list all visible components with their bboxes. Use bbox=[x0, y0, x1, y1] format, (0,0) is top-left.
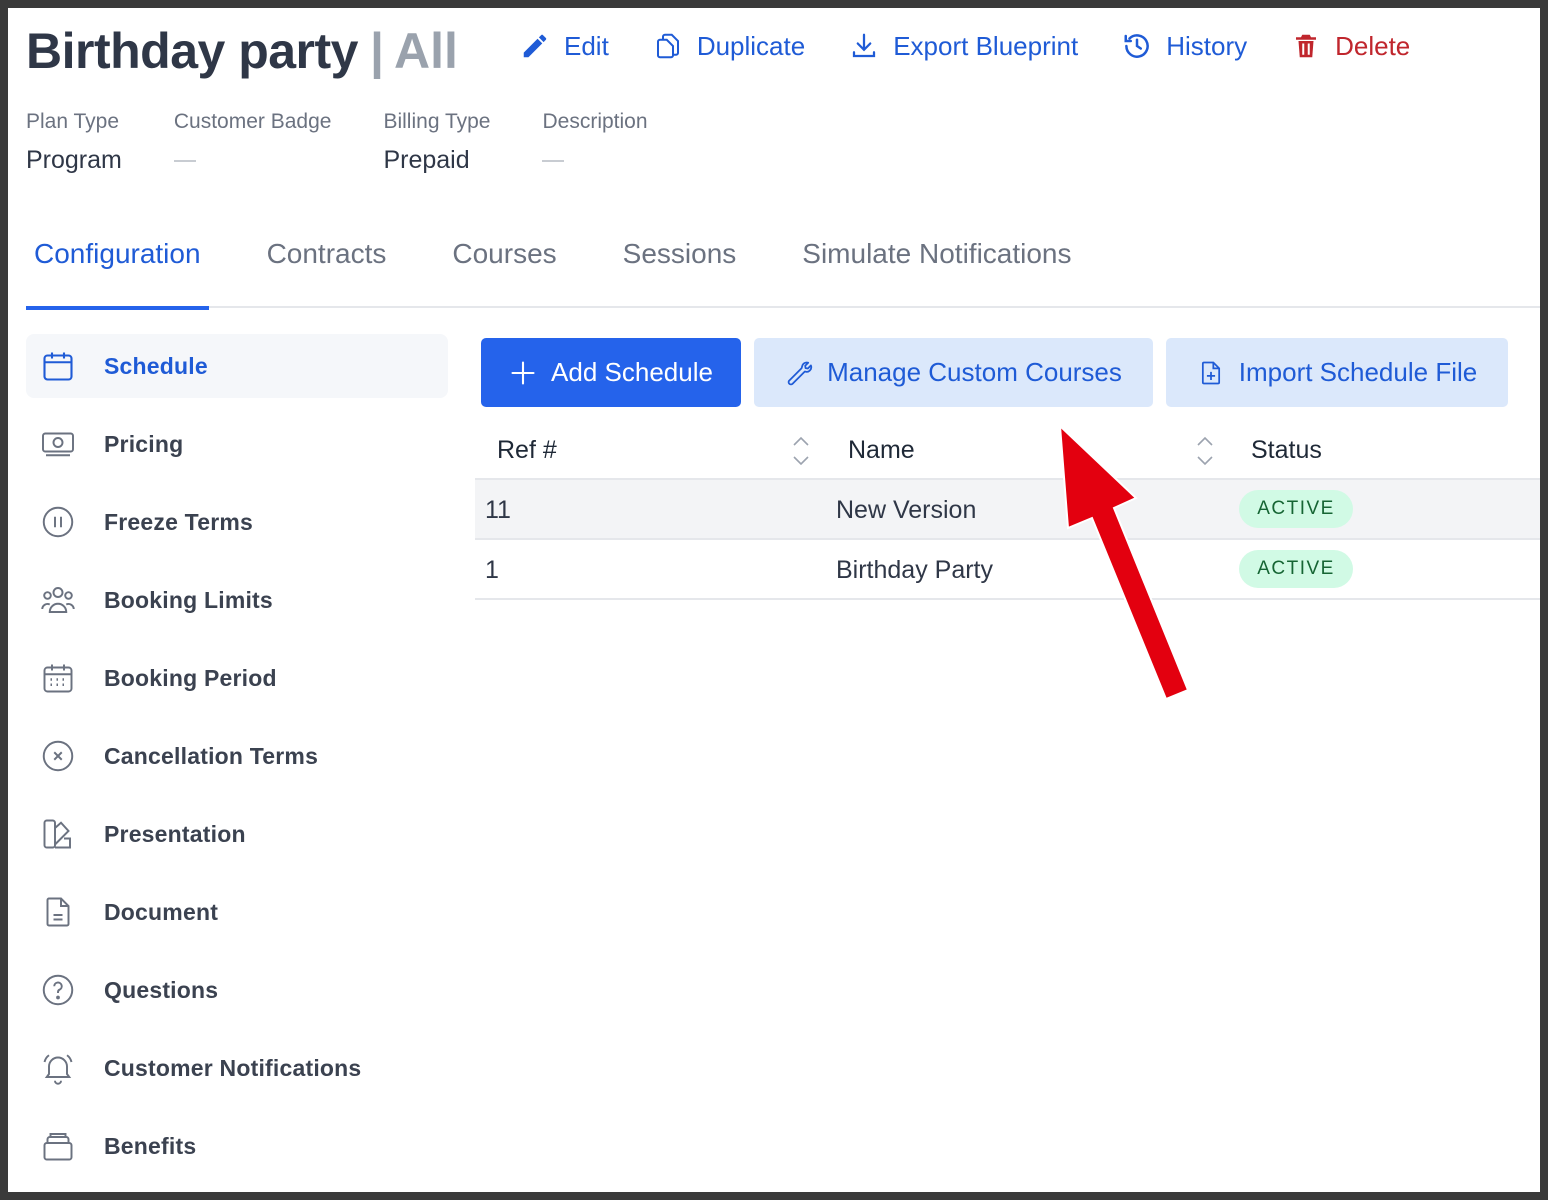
sidebar-item-label: Presentation bbox=[104, 820, 246, 847]
duplicate-button[interactable]: Duplicate bbox=[653, 31, 805, 62]
table-row[interactable]: 1 Birthday Party ACTIVE bbox=[475, 540, 1540, 600]
plan-type-value: Program bbox=[26, 146, 122, 174]
add-schedule-button[interactable]: Add Schedule bbox=[481, 338, 741, 407]
users-icon bbox=[40, 582, 76, 618]
billing-type-label: Billing Type bbox=[383, 110, 491, 133]
delete-label: Delete bbox=[1335, 30, 1411, 61]
sidebar-item-cancellation-terms[interactable]: Cancellation Terms bbox=[26, 724, 448, 788]
sidebar-item-document[interactable]: Document bbox=[26, 880, 448, 944]
file-plus-icon bbox=[1201, 361, 1220, 384]
wrench-icon bbox=[787, 361, 813, 385]
description-field: Description bbox=[542, 110, 648, 175]
column-header-name[interactable]: Name bbox=[848, 436, 915, 465]
sidebar-item-schedule[interactable]: Schedule bbox=[26, 334, 448, 398]
pause-icon bbox=[40, 504, 76, 540]
edit-button[interactable]: Edit bbox=[520, 31, 609, 62]
title-scope: All bbox=[393, 23, 458, 79]
plan-type-field: Plan Type Program bbox=[26, 110, 122, 175]
sort-icon[interactable] bbox=[791, 434, 811, 468]
status-badge: ACTIVE bbox=[1239, 550, 1353, 588]
manage-custom-courses-label: Manage Custom Courses bbox=[827, 357, 1122, 387]
history-label: History bbox=[1166, 30, 1248, 61]
question-icon bbox=[40, 972, 76, 1008]
copy-icon bbox=[656, 33, 679, 59]
calendar-grid-icon bbox=[40, 660, 76, 696]
annotation-arrow-icon bbox=[1058, 426, 1190, 701]
sidebar-item-label: Pricing bbox=[104, 430, 184, 457]
description-label: Description bbox=[542, 110, 648, 133]
money-icon bbox=[40, 426, 76, 462]
description-empty bbox=[542, 160, 565, 162]
sidebar-item-presentation[interactable]: Presentation bbox=[26, 802, 448, 866]
cell-name: Birthday Party bbox=[836, 556, 994, 584]
pencil-icon bbox=[523, 34, 547, 58]
table-header: Ref # Name Status bbox=[475, 422, 1540, 480]
schedule-table: Ref # Name Status 11 New Version ACTIVE … bbox=[475, 422, 1540, 600]
sidebar-item-label: Booking Period bbox=[104, 664, 277, 691]
tab-simulate-notifications[interactable]: Simulate Notifications bbox=[794, 230, 1079, 308]
sidebar-item-label: Customer Notifications bbox=[104, 1054, 362, 1081]
status-badge: ACTIVE bbox=[1239, 490, 1353, 528]
billing-type-value: Prepaid bbox=[383, 146, 470, 174]
delete-button[interactable]: Delete bbox=[1291, 31, 1410, 62]
tab-bar: Configuration Contracts Courses Sessions… bbox=[26, 230, 1540, 310]
trash-icon bbox=[1296, 34, 1317, 58]
page-header: Birthday party | All bbox=[26, 16, 458, 86]
add-schedule-label: Add Schedule bbox=[551, 357, 713, 387]
cell-name: New Version bbox=[836, 496, 977, 524]
sidebar-item-booking-period[interactable]: Booking Period bbox=[26, 646, 448, 710]
billing-type-field: Billing Type Prepaid bbox=[383, 110, 490, 175]
sidebar-item-label: Benefits bbox=[104, 1132, 197, 1159]
plus-icon bbox=[511, 360, 535, 385]
export-blueprint-label: Export Blueprint bbox=[893, 30, 1079, 61]
import-schedule-file-button[interactable]: Import Schedule File bbox=[1166, 338, 1508, 407]
sidebar-item-label: Booking Limits bbox=[104, 586, 273, 613]
cell-ref: 1 bbox=[485, 556, 499, 584]
edit-label: Edit bbox=[564, 30, 609, 61]
header-actions: Edit Duplicate Export Blueprint History … bbox=[520, 26, 1454, 66]
manage-custom-courses-button[interactable]: Manage Custom Courses bbox=[754, 338, 1153, 407]
title-separator: | bbox=[369, 23, 384, 79]
clock-history-icon bbox=[1124, 34, 1150, 58]
sidebar-item-label: Questions bbox=[104, 976, 219, 1003]
export-blueprint-button[interactable]: Export Blueprint bbox=[849, 31, 1078, 62]
swatch-icon bbox=[40, 816, 76, 852]
sidebar-item-questions[interactable]: Questions bbox=[26, 958, 448, 1022]
config-sidebar: Schedule Pricing Freeze Terms Booking Li… bbox=[26, 334, 448, 1192]
tab-configuration[interactable]: Configuration bbox=[26, 230, 209, 310]
sidebar-item-label: Document bbox=[104, 898, 219, 925]
tab-contracts[interactable]: Contracts bbox=[259, 230, 395, 308]
sidebar-item-freeze-terms[interactable]: Freeze Terms bbox=[26, 490, 448, 554]
table-row[interactable]: 11 New Version ACTIVE bbox=[475, 480, 1540, 540]
app-window: Birthday party | All Edit Duplicate Expo… bbox=[8, 8, 1540, 1192]
cell-ref: 11 bbox=[485, 496, 511, 524]
stack-icon bbox=[40, 1128, 76, 1164]
tab-courses[interactable]: Courses bbox=[444, 230, 564, 308]
history-button[interactable]: History bbox=[1122, 31, 1247, 62]
page-title: Birthday party bbox=[26, 23, 358, 79]
column-header-ref[interactable]: Ref # bbox=[497, 436, 557, 465]
sidebar-item-label: Cancellation Terms bbox=[104, 742, 319, 769]
sidebar-item-label: Schedule bbox=[104, 352, 208, 379]
import-schedule-file-label: Import Schedule File bbox=[1238, 357, 1478, 387]
customer-badge-field: Customer Badge bbox=[173, 110, 332, 175]
sort-icon[interactable] bbox=[1195, 434, 1215, 468]
plan-type-label: Plan Type bbox=[26, 110, 120, 133]
document-icon bbox=[40, 894, 76, 930]
customer-badge-label: Customer Badge bbox=[173, 110, 332, 133]
sidebar-item-customer-notifications[interactable]: Customer Notifications bbox=[26, 1036, 448, 1100]
sidebar-item-booking-limits[interactable]: Booking Limits bbox=[26, 568, 448, 632]
sidebar-item-pricing[interactable]: Pricing bbox=[26, 412, 448, 476]
tab-sessions[interactable]: Sessions bbox=[615, 230, 745, 308]
download-icon bbox=[853, 33, 876, 58]
bell-icon bbox=[40, 1050, 76, 1086]
plan-meta: Plan Type Program Customer Badge Billing… bbox=[26, 110, 700, 175]
sidebar-item-benefits[interactable]: Benefits bbox=[26, 1114, 448, 1178]
x-circle-icon bbox=[40, 738, 76, 774]
sidebar-item-label: Freeze Terms bbox=[104, 508, 253, 535]
customer-badge-empty bbox=[173, 160, 196, 162]
column-header-status: Status bbox=[1251, 436, 1322, 464]
calendar-icon bbox=[40, 348, 76, 384]
duplicate-label: Duplicate bbox=[696, 30, 806, 61]
